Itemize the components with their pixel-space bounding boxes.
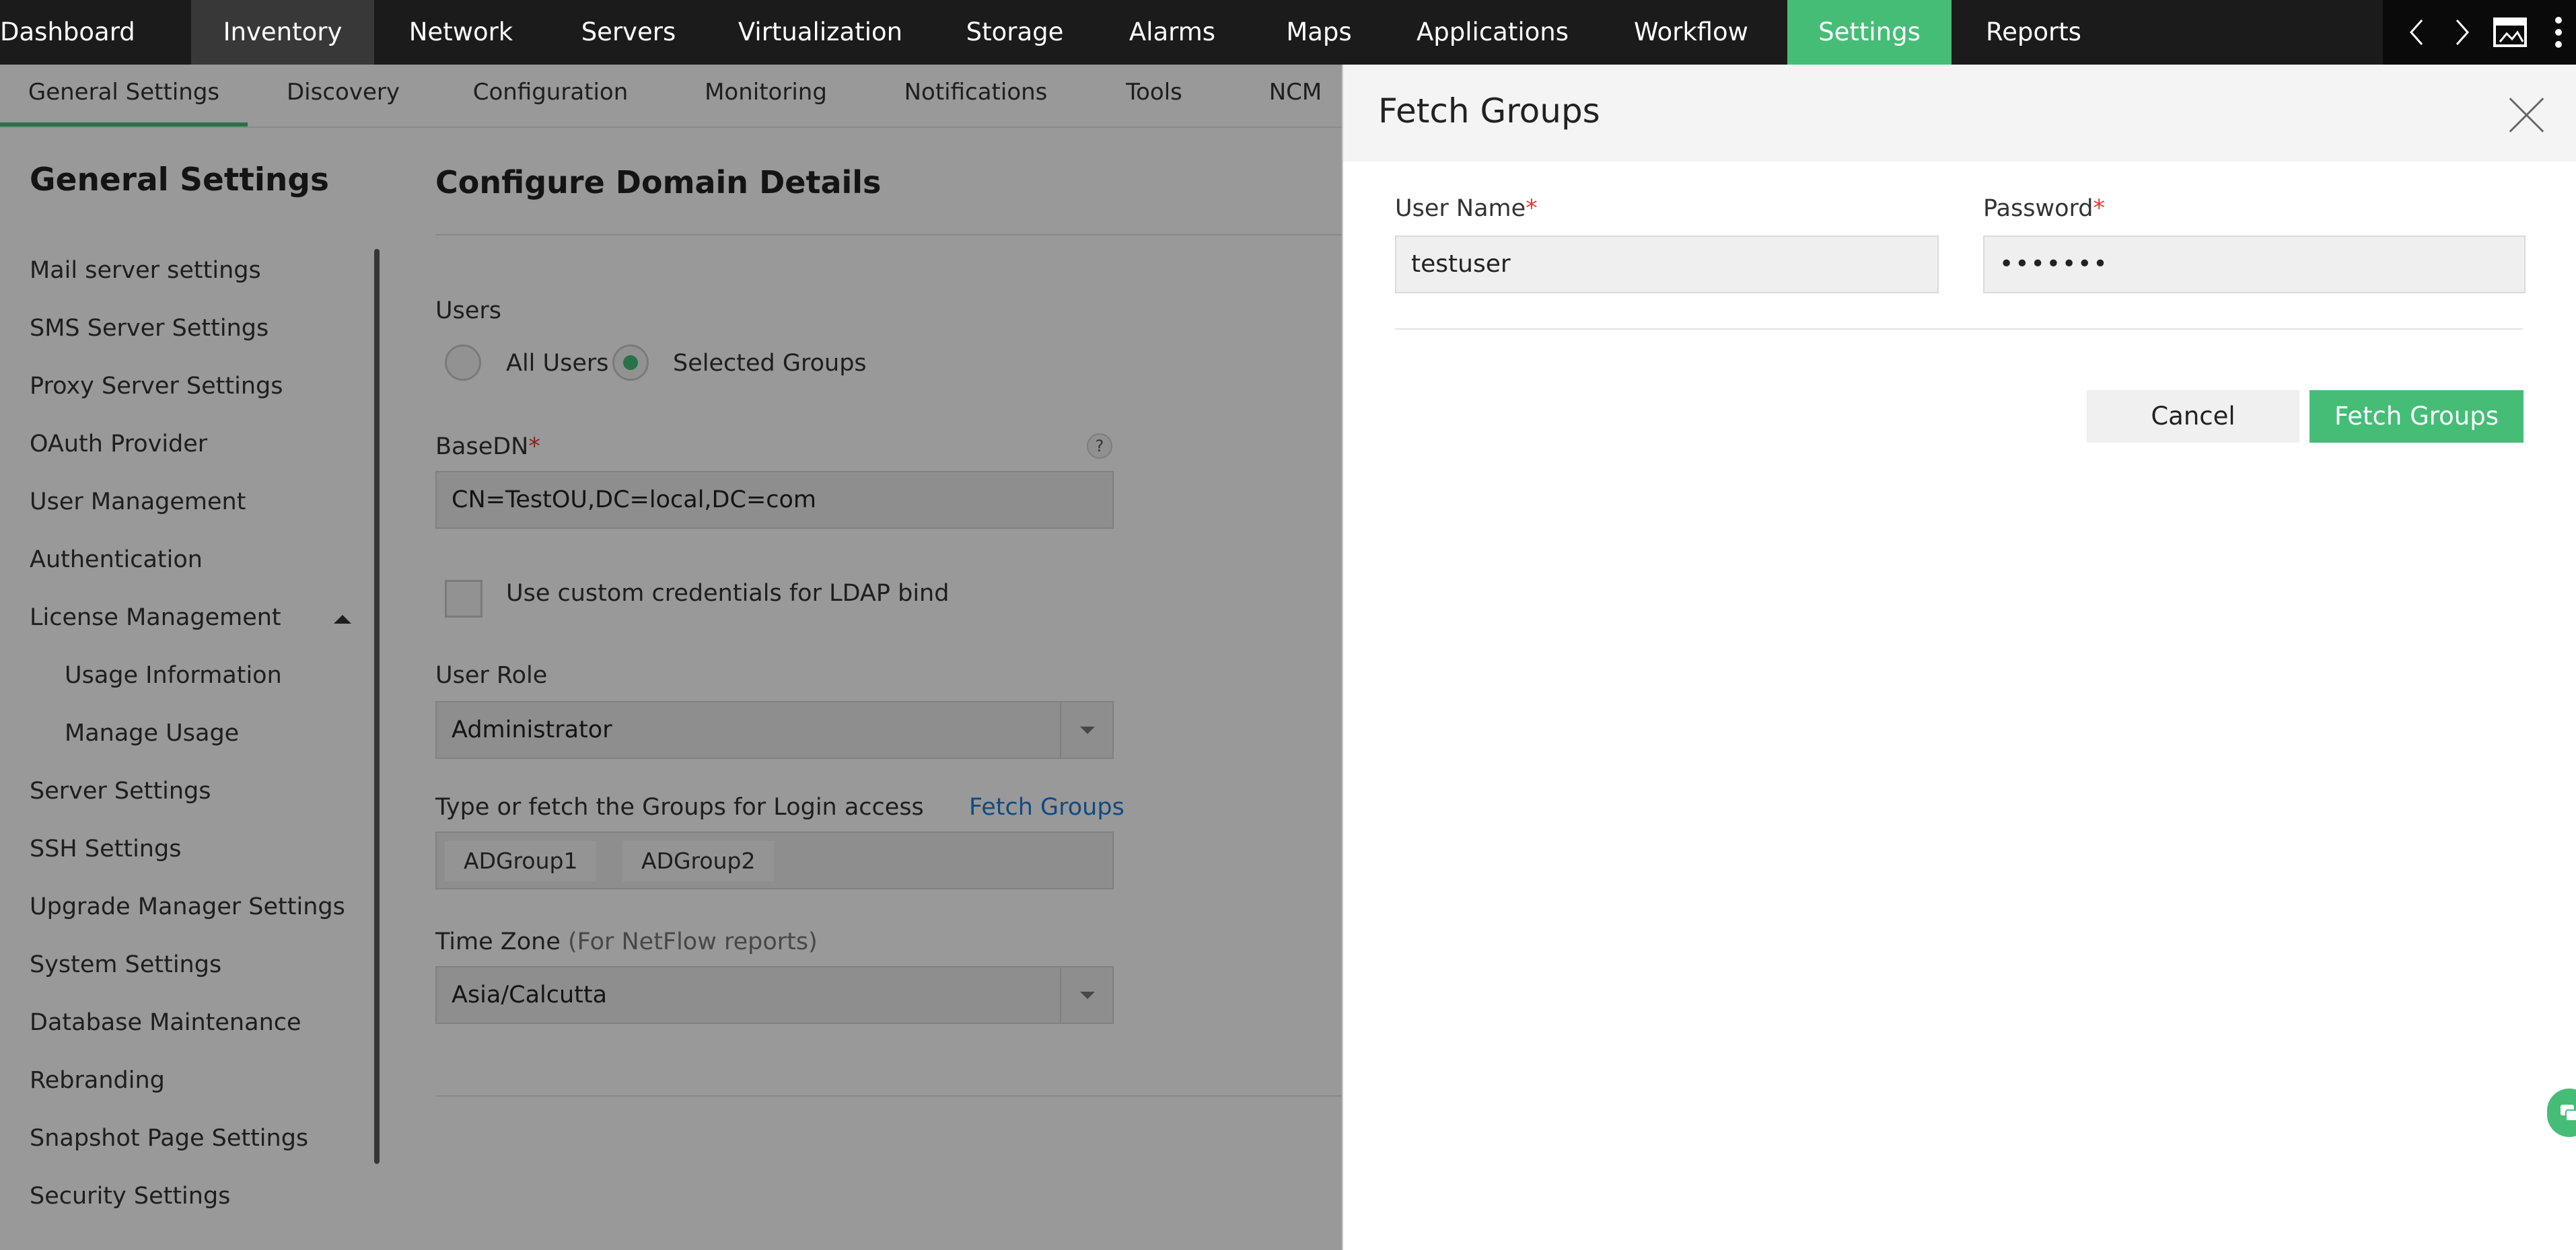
nav-servers[interactable]: Servers: [548, 0, 709, 65]
username-label: User Name*: [1395, 195, 1538, 222]
password-label: Password*: [1983, 195, 2105, 222]
screen-icon[interactable]: [2484, 0, 2538, 65]
fetch-groups-button[interactable]: Fetch Groups: [2310, 390, 2524, 443]
password-input[interactable]: •••••••: [1983, 235, 2526, 293]
close-icon[interactable]: [2507, 96, 2546, 135]
nav-maps[interactable]: Maps: [1246, 0, 1392, 65]
top-navigation: Dashboard Inventory Network Servers Virt…: [0, 0, 2576, 65]
chevron-left-icon[interactable]: [2396, 0, 2437, 65]
nav-workflow[interactable]: Workflow: [1594, 0, 1789, 65]
chevron-right-icon[interactable]: [2442, 0, 2482, 65]
nav-reports[interactable]: Reports: [1952, 0, 2116, 65]
nav-settings[interactable]: Settings: [1787, 0, 1952, 65]
nav-storage[interactable]: Storage: [931, 0, 1098, 65]
panel-title: Fetch Groups: [1378, 91, 1600, 131]
nav-network[interactable]: Network: [374, 0, 548, 65]
cancel-button[interactable]: Cancel: [2087, 390, 2299, 443]
more-vertical-icon[interactable]: [2542, 0, 2575, 65]
chat-icon[interactable]: [2547, 1089, 2576, 1137]
nav-inventory[interactable]: Inventory: [191, 0, 374, 65]
modal-backdrop[interactable]: [0, 65, 1342, 1250]
username-input[interactable]: testuser: [1395, 235, 1939, 293]
nav-applications[interactable]: Applications: [1392, 0, 1594, 65]
toolbar-icons: [2383, 0, 2576, 65]
nav-alarms[interactable]: Alarms: [1098, 0, 1246, 65]
panel-header: Fetch Groups: [1343, 65, 2576, 161]
fetch-groups-panel: Fetch Groups User Name* testuser Passwor…: [1342, 65, 2576, 1250]
divider: [1395, 328, 2523, 330]
nav-virtualization[interactable]: Virtualization: [709, 0, 931, 65]
